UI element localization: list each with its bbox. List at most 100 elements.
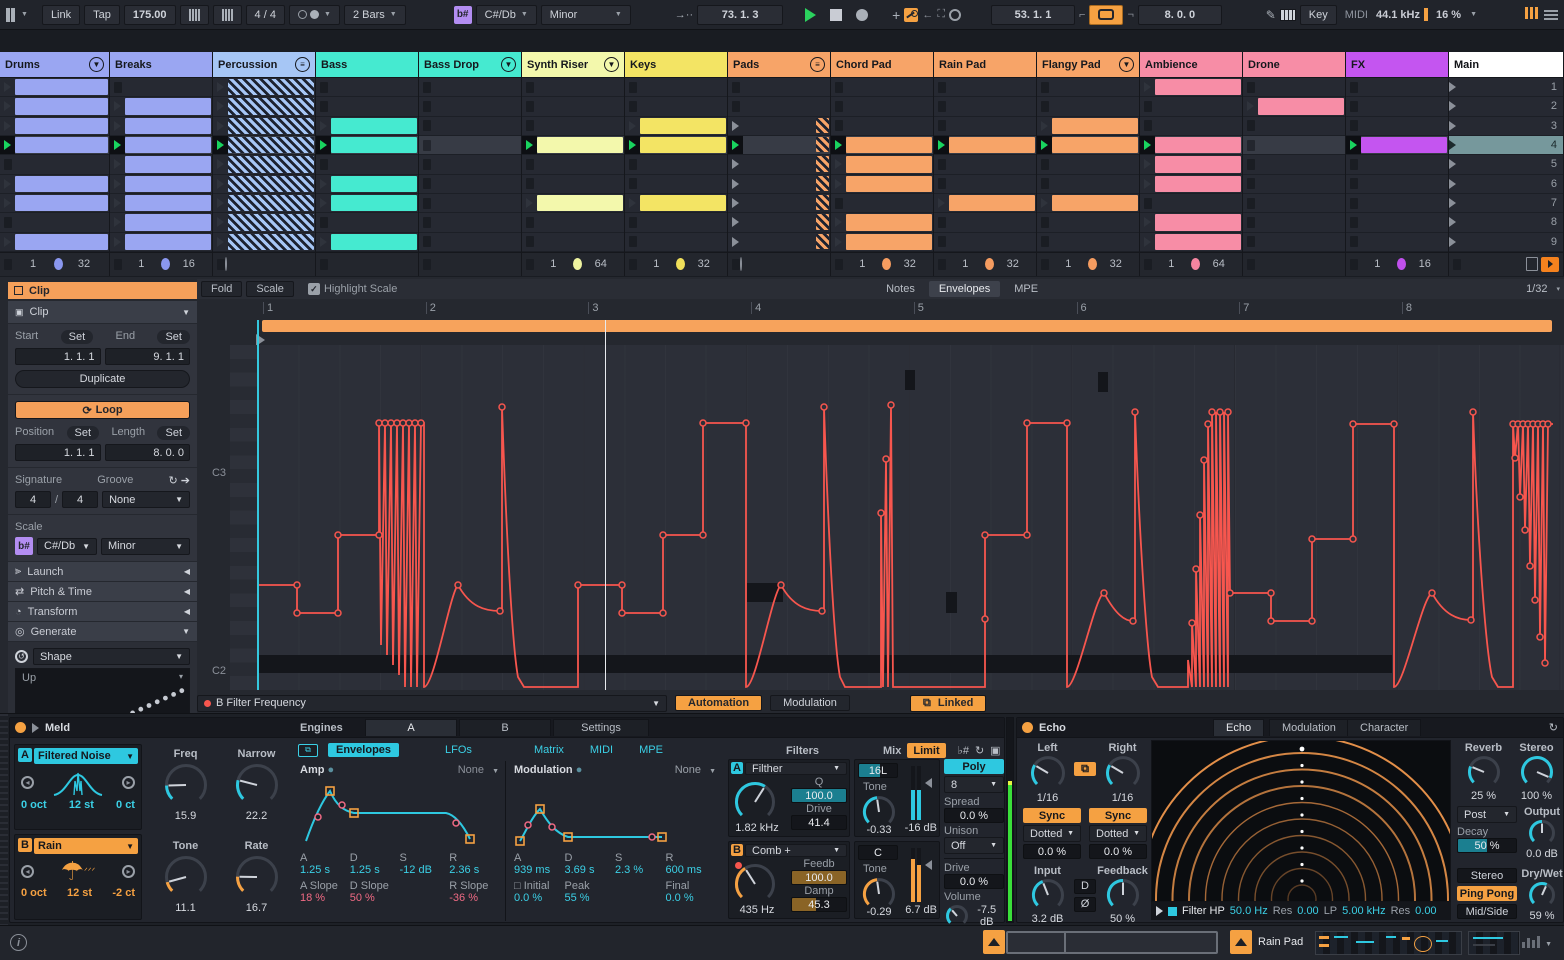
scale-highlight-button[interactable]: Scale bbox=[246, 281, 294, 297]
clip-body[interactable] bbox=[331, 233, 417, 250]
clip-launch-button[interactable] bbox=[316, 78, 331, 96]
narrow-knob[interactable] bbox=[234, 762, 280, 808]
echo-tab-character[interactable]: Character bbox=[1347, 719, 1422, 736]
automation-path[interactable] bbox=[258, 404, 1553, 688]
automation-breakpoint[interactable] bbox=[1536, 633, 1544, 641]
echo-tab-echo[interactable]: Echo bbox=[1213, 719, 1265, 736]
record-button[interactable] bbox=[856, 8, 869, 21]
scale-mode-icon[interactable]: b# bbox=[453, 5, 472, 24]
echo-feedback-dot[interactable] bbox=[1300, 796, 1304, 801]
clip-slot[interactable] bbox=[934, 97, 1036, 117]
set-end-button[interactable]: Set bbox=[157, 330, 190, 344]
automation-breakpoint[interactable] bbox=[981, 615, 989, 623]
clip-slot[interactable] bbox=[934, 135, 1036, 156]
clip-launch-button[interactable] bbox=[1346, 78, 1361, 96]
clip-slot[interactable] bbox=[728, 116, 830, 136]
clip-slot[interactable] bbox=[316, 174, 418, 194]
clip-slot[interactable] bbox=[831, 193, 933, 214]
automation-breakpoint[interactable] bbox=[981, 531, 989, 539]
clip-slot[interactable] bbox=[1243, 213, 1345, 233]
clip-body[interactable] bbox=[1361, 136, 1447, 154]
clip-slot[interactable] bbox=[1037, 135, 1139, 156]
clip-slot[interactable] bbox=[1346, 155, 1448, 175]
launch-section-header[interactable]: ⫸ Launch ◀ bbox=[8, 562, 197, 581]
scene-slot[interactable]: 7 bbox=[1449, 193, 1563, 214]
clip-launch-button[interactable] bbox=[1243, 97, 1258, 115]
clip-slot[interactable] bbox=[1346, 174, 1448, 194]
clip-slot[interactable] bbox=[213, 97, 315, 117]
mod-initial[interactable]: 0.0 % bbox=[514, 892, 565, 904]
mix-b-level-handle[interactable] bbox=[925, 860, 932, 870]
clip-slot[interactable] bbox=[728, 193, 830, 214]
clip-slot[interactable] bbox=[316, 135, 418, 156]
clip-slot[interactable] bbox=[0, 97, 109, 117]
clip-body[interactable] bbox=[1052, 117, 1138, 134]
automation-breakpoint[interactable] bbox=[1349, 535, 1357, 543]
clip-launch-button[interactable] bbox=[1037, 117, 1052, 135]
clip-launch-button[interactable] bbox=[1346, 155, 1361, 173]
echo-left-knob[interactable] bbox=[1029, 754, 1067, 792]
clip-launch-button[interactable] bbox=[1140, 117, 1155, 135]
clip-launch-button[interactable] bbox=[110, 78, 125, 96]
clip-body[interactable] bbox=[125, 117, 211, 134]
subtab-envelopes[interactable]: Envelopes bbox=[328, 743, 400, 757]
save-preset-icon[interactable]: ▣ bbox=[990, 744, 1000, 757]
clip-launch-button[interactable] bbox=[0, 213, 15, 231]
automation-breakpoint[interactable] bbox=[381, 419, 389, 427]
loop-brace[interactable] bbox=[262, 320, 1552, 332]
clip-slot[interactable] bbox=[1140, 97, 1242, 117]
clip-slot[interactable] bbox=[110, 135, 212, 156]
automation-breakpoint[interactable] bbox=[1226, 589, 1234, 597]
mixer-panels-icon[interactable] bbox=[1525, 7, 1540, 22]
grid-interval-label[interactable]: 1/32 bbox=[1526, 283, 1547, 295]
clip-body[interactable] bbox=[125, 233, 211, 250]
clip-slot[interactable] bbox=[522, 174, 624, 194]
automation-breakpoint[interactable] bbox=[1131, 408, 1139, 416]
clip-slot[interactable] bbox=[625, 232, 727, 252]
clip-slot[interactable] bbox=[1346, 78, 1448, 98]
meld-title[interactable]: Meld bbox=[45, 722, 70, 734]
track-stop-button[interactable] bbox=[835, 258, 843, 270]
scene-launch-icon[interactable] bbox=[1449, 178, 1456, 189]
clip-launch-button[interactable] bbox=[934, 97, 949, 115]
clip-slot[interactable] bbox=[522, 116, 624, 136]
automation-breakpoint[interactable] bbox=[1521, 526, 1529, 534]
scale-root-menu[interactable]: C#/Db ▼ bbox=[475, 4, 537, 25]
automation-breakpoint[interactable] bbox=[1516, 493, 1524, 501]
filter-b-freq-value[interactable]: 435 Hz bbox=[729, 904, 785, 916]
track-stop-button[interactable] bbox=[4, 258, 12, 270]
nudge-down-button[interactable] bbox=[179, 4, 209, 25]
amp-mod-menu[interactable]: None ▼ bbox=[458, 764, 499, 776]
clip-slot[interactable] bbox=[1346, 135, 1448, 156]
clip-launch-button[interactable] bbox=[316, 155, 331, 173]
limit-button[interactable]: Limit bbox=[907, 743, 946, 758]
signature-denominator-field[interactable]: 4 bbox=[62, 491, 99, 508]
clip-launch-button[interactable] bbox=[1037, 135, 1052, 155]
clip-body[interactable] bbox=[125, 156, 211, 173]
transform-section-header[interactable]: ◔ Transform ◀ bbox=[8, 602, 197, 621]
clip-launch-button[interactable] bbox=[1037, 175, 1052, 193]
clip-launch-button[interactable] bbox=[1243, 213, 1258, 231]
automation-envelope-curve[interactable] bbox=[230, 345, 1564, 690]
filter-a-freq-knob[interactable] bbox=[733, 780, 777, 824]
clip-launch-button[interactable] bbox=[213, 97, 228, 115]
clip-launch-button[interactable] bbox=[1243, 155, 1258, 173]
track-header[interactable]: Percussion ≡ bbox=[213, 52, 315, 78]
clip-end-field[interactable]: 9. 1. 1 bbox=[104, 348, 190, 365]
clip-body[interactable] bbox=[15, 233, 108, 250]
clip-launch-button[interactable] bbox=[419, 155, 434, 173]
automation-breakpoint[interactable] bbox=[877, 509, 885, 517]
clip-launch-button[interactable] bbox=[1037, 233, 1052, 251]
scene-slot[interactable]: 4 bbox=[1449, 135, 1563, 156]
clip-slot[interactable] bbox=[831, 232, 933, 252]
crossfader-strip[interactable] bbox=[1006, 931, 1218, 954]
clip-launch-button[interactable] bbox=[831, 194, 846, 212]
clip-body[interactable] bbox=[331, 136, 417, 154]
clip-body[interactable] bbox=[1258, 98, 1344, 115]
clip-launch-button[interactable] bbox=[0, 78, 15, 96]
clip-slot[interactable] bbox=[625, 155, 727, 175]
clip-launch-button[interactable] bbox=[0, 97, 15, 115]
clip-launch-button[interactable] bbox=[625, 175, 640, 193]
clip-slot[interactable] bbox=[728, 155, 830, 175]
automation-breakpoint[interactable] bbox=[334, 609, 342, 617]
